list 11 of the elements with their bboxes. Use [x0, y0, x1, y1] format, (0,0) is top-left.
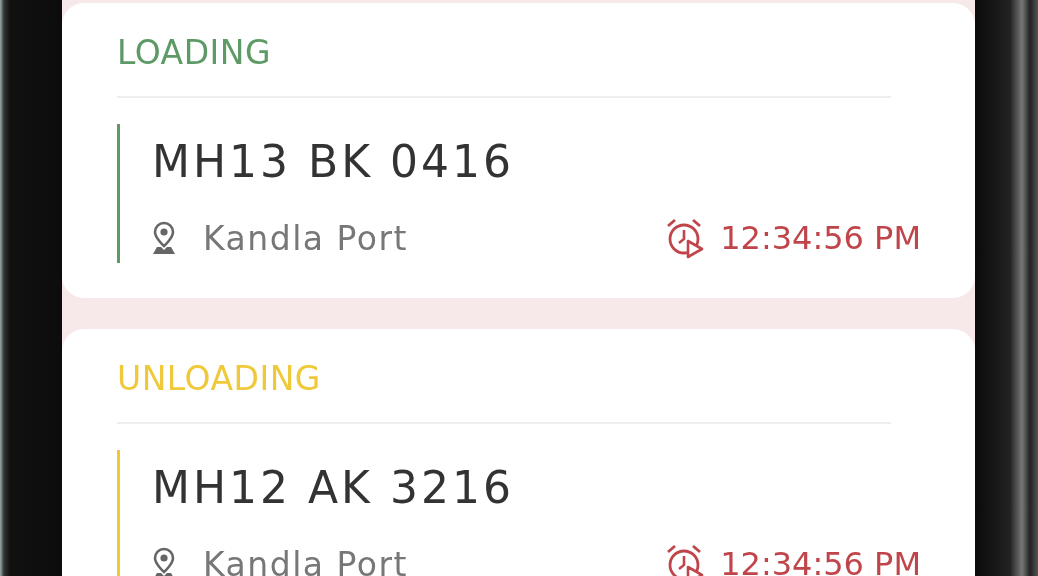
trip-card[interactable]: LOADING MH13 BK 0416 Kandla Port 12:34:56 PM: [62, 3, 975, 298]
time-text: 12:34:56 PM: [720, 545, 921, 576]
status-label: UNLOADING: [117, 358, 322, 400]
status-label: LOADING: [117, 32, 273, 74]
time-text: 12:34:56 PM: [720, 219, 921, 257]
location-text: Kandla Port: [203, 218, 408, 258]
trip-card[interactable]: UNLOADING MH12 AK 3216 Kandla Port 12:34:56 PM: [62, 329, 975, 576]
location-pin-icon: [150, 221, 178, 255]
vehicle-number: MH13 BK 0416: [151, 135, 516, 189]
location-text: Kandla Port: [203, 544, 408, 576]
vehicle-number: MH12 AK 3216: [151, 461, 515, 515]
